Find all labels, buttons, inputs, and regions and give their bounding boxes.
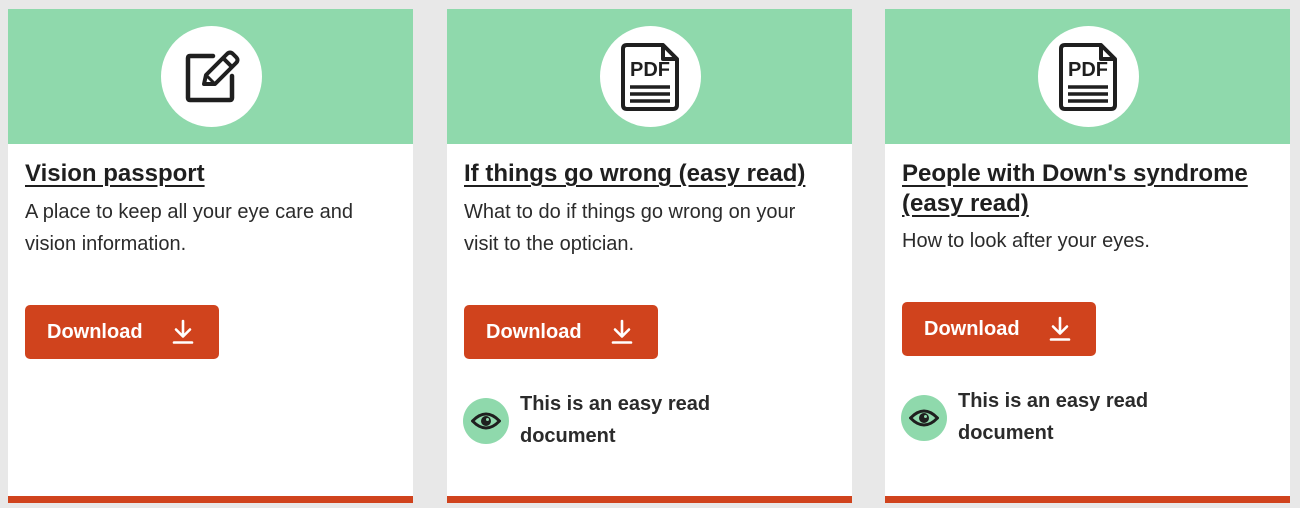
download-button[interactable]: Download bbox=[25, 305, 219, 359]
card-body: Vision passport A place to keep all your… bbox=[8, 144, 413, 260]
card-header: PDF bbox=[885, 9, 1290, 144]
card-header: PDF bbox=[447, 9, 852, 144]
download-button-label: Download bbox=[486, 320, 582, 343]
resource-card-vision-passport: Vision passport A place to keep all your… bbox=[8, 9, 413, 503]
download-button-label: Download bbox=[47, 320, 143, 343]
download-button[interactable]: Download bbox=[902, 302, 1096, 356]
pdf-file-icon: PDF bbox=[1037, 26, 1139, 127]
eye-icon bbox=[901, 395, 947, 441]
download-button[interactable]: Download bbox=[464, 305, 658, 359]
card-description: How to look after your eyes. bbox=[902, 230, 1150, 252]
card-body: If things go wrong (easy read) What to d… bbox=[447, 144, 852, 260]
download-button-label: Download bbox=[924, 317, 1020, 340]
easy-read-note: This is an easy read document bbox=[901, 385, 1201, 451]
card-title-link[interactable]: People with Down's syndrome (easy read) bbox=[902, 159, 1273, 219]
resource-card-downs-syndrome: PDF People with Down's syndrome (easy re… bbox=[885, 9, 1290, 503]
easy-read-label: This is an easy read document bbox=[520, 393, 711, 447]
card-body: People with Down's syndrome (easy read) … bbox=[885, 144, 1290, 257]
card-header bbox=[8, 9, 413, 144]
card-title-link[interactable]: Vision passport bbox=[25, 159, 396, 189]
eye-icon bbox=[463, 398, 509, 444]
download-icon bbox=[1049, 316, 1071, 341]
download-icon bbox=[172, 319, 194, 344]
download-icon bbox=[611, 319, 633, 344]
card-description: What to do if things go wrong on your vi… bbox=[464, 201, 796, 255]
easy-read-label: This is an easy read document bbox=[958, 390, 1149, 444]
edit-document-icon bbox=[160, 26, 262, 127]
svg-text:PDF: PDF bbox=[1068, 59, 1108, 81]
pdf-file-icon: PDF bbox=[599, 26, 701, 127]
svg-text:PDF: PDF bbox=[630, 59, 670, 81]
easy-read-note: This is an easy read document bbox=[463, 388, 763, 454]
resource-card-if-things-go-wrong: PDF If things go wrong (easy read) What … bbox=[447, 9, 852, 503]
card-description: A place to keep all your eye care and vi… bbox=[25, 201, 353, 255]
card-title-link[interactable]: If things go wrong (easy read) bbox=[464, 159, 835, 189]
